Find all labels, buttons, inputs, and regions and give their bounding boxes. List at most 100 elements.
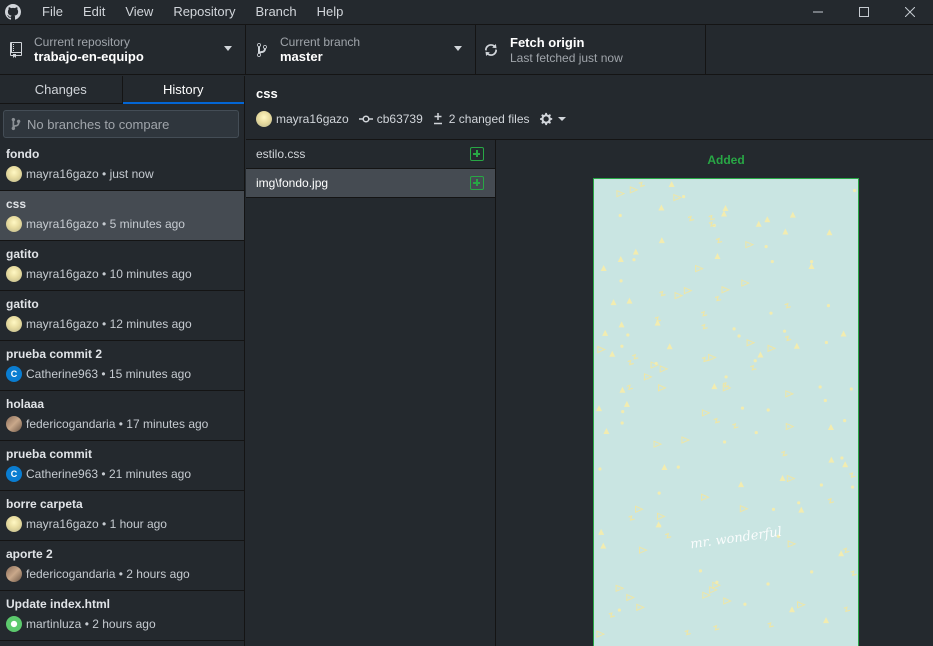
pattern-shape <box>766 408 770 412</box>
pattern-shape <box>618 213 622 218</box>
menu-file[interactable]: File <box>32 0 73 24</box>
branch-compare-input[interactable]: No branches to compare <box>3 110 239 138</box>
pattern-shape <box>620 421 624 425</box>
commit-item-title: gatito <box>6 297 39 311</box>
avatar <box>6 616 22 632</box>
commit-list-item[interactable]: fondo mayra16gazo • just now <box>0 141 244 191</box>
pattern-shape <box>810 259 814 264</box>
tab-changes[interactable]: Changes <box>0 76 122 103</box>
commit-list-item[interactable]: borre carpeta mayra16gazo • 1 hour ago <box>0 491 244 541</box>
commit-list-item[interactable]: Update index.html martinluza • 2 hours ag… <box>0 591 244 641</box>
pattern-shape <box>732 423 739 429</box>
menu-repository[interactable]: Repository <box>163 0 245 24</box>
pattern-shape <box>715 580 719 584</box>
changed-file-item[interactable]: estilo.css <box>246 140 495 169</box>
commit-item-title: holaaa <box>6 397 45 411</box>
menu-branch[interactable]: Branch <box>245 0 306 24</box>
commit-item-title: aporte 2 <box>6 547 53 561</box>
branch-name: master <box>280 49 323 64</box>
commit-list-item[interactable]: gatito mayra16gazo • 10 minutes ago <box>0 241 244 291</box>
file-added-icon <box>470 147 484 161</box>
pattern-shape <box>757 351 764 358</box>
branch-label: Current branch <box>280 35 361 49</box>
commit-item-author: Catherine963 <box>26 367 99 381</box>
pattern-shape <box>620 344 624 348</box>
commit-list-item[interactable]: gatito mayra16gazo • 12 minutes ago <box>0 291 244 341</box>
commit-item-title: prueba commit 2 <box>6 347 103 361</box>
pattern-shape <box>786 474 796 483</box>
pattern-shape <box>722 204 729 211</box>
pattern-shape <box>700 310 708 317</box>
menu-help[interactable]: Help <box>307 0 354 24</box>
pattern-shape <box>850 570 857 577</box>
commit-item-author: mayra16gazo <box>26 167 99 181</box>
pattern-shape <box>619 279 623 283</box>
pattern-shape <box>849 472 856 478</box>
commit-list-item[interactable]: css mayra16gazo • 5 minutes ago <box>0 191 244 241</box>
commit-list-item[interactable]: holaaa federicogandaria • 17 minutes ago <box>0 391 244 441</box>
pattern-shape <box>687 215 695 222</box>
diff-viewer: Added mr. wonderful <box>496 140 933 646</box>
commit-item-author: mayra16gazo <box>26 517 99 531</box>
avatar: C <box>6 466 22 482</box>
pattern-shape <box>665 532 672 539</box>
commit-list-item[interactable]: prueba commit C Catherine963 • 21 minutes … <box>0 441 244 491</box>
fetch-origin-button[interactable]: Fetch origin Last fetched just now <box>476 25 706 75</box>
commit-list-item[interactable]: prueba commit 2 C Catherine963 • 15 minute… <box>0 341 244 391</box>
pattern-shape <box>600 542 607 549</box>
commit-item-meta: mayra16gazo • 5 minutes ago <box>6 216 244 232</box>
pattern-shape <box>626 384 634 391</box>
commit-item-time: 10 minutes ago <box>109 267 192 281</box>
commit-item-time: 5 minutes ago <box>109 217 185 231</box>
current-branch-button[interactable]: Current branch master <box>246 25 476 75</box>
changed-file-item[interactable]: img\fondo.jpg <box>246 169 495 198</box>
branch-icon <box>254 42 270 58</box>
pattern-shape <box>722 440 727 444</box>
pattern-shape <box>779 475 786 482</box>
menu-view[interactable]: View <box>115 0 163 24</box>
commit-item-time: 1 hour ago <box>109 517 167 531</box>
commit-item-title: fondo <box>6 147 40 161</box>
separator-dot: • <box>98 517 110 531</box>
minimize-button[interactable] <box>795 0 841 24</box>
pattern-shape <box>627 359 634 366</box>
commit-title: css <box>256 86 278 101</box>
pattern-shape <box>632 258 636 262</box>
separator-dot: • <box>98 317 110 331</box>
pattern-shape <box>738 481 745 488</box>
close-button[interactable] <box>887 0 933 24</box>
pattern-shape <box>767 622 774 628</box>
pattern-shape <box>764 244 768 249</box>
commit-item-title: css <box>6 197 27 211</box>
current-repository-button[interactable]: Current repository trabajo-en-equipo <box>0 25 246 75</box>
maximize-button[interactable] <box>841 0 887 24</box>
pattern-shape <box>628 515 635 521</box>
branch-dropdown-caret-icon <box>454 46 462 51</box>
pattern-shape <box>702 591 712 600</box>
pattern-shape <box>608 612 615 618</box>
pattern-shape <box>721 286 731 294</box>
pattern-shape <box>797 601 806 609</box>
pattern-shape <box>701 356 709 363</box>
pattern-shape <box>767 344 777 353</box>
commit-item-author: mayra16gazo <box>26 267 99 281</box>
avatar <box>6 216 22 232</box>
pattern-shape <box>698 569 703 573</box>
tab-history[interactable]: History <box>121 76 245 104</box>
pattern-shape <box>770 259 774 264</box>
pattern-shape <box>785 422 795 431</box>
menu-edit[interactable]: Edit <box>73 0 115 24</box>
pattern-shape <box>843 606 851 613</box>
pattern-shape <box>785 390 795 398</box>
commit-item-author: mayra16gazo <box>26 317 99 331</box>
pattern-shape <box>632 353 639 360</box>
pattern-shape <box>597 345 607 354</box>
commit-list-item[interactable]: aporte 2 federicogandaria • 2 hours ago <box>0 541 244 591</box>
pattern-shape <box>787 540 797 548</box>
commit-item-time: 21 minutes ago <box>108 467 191 481</box>
pattern-shape <box>708 353 717 362</box>
changed-files-count: 2 changed files <box>448 112 530 126</box>
diff-options-button[interactable] <box>539 112 566 126</box>
maximize-icon <box>859 7 869 17</box>
pattern-shape <box>643 373 653 381</box>
